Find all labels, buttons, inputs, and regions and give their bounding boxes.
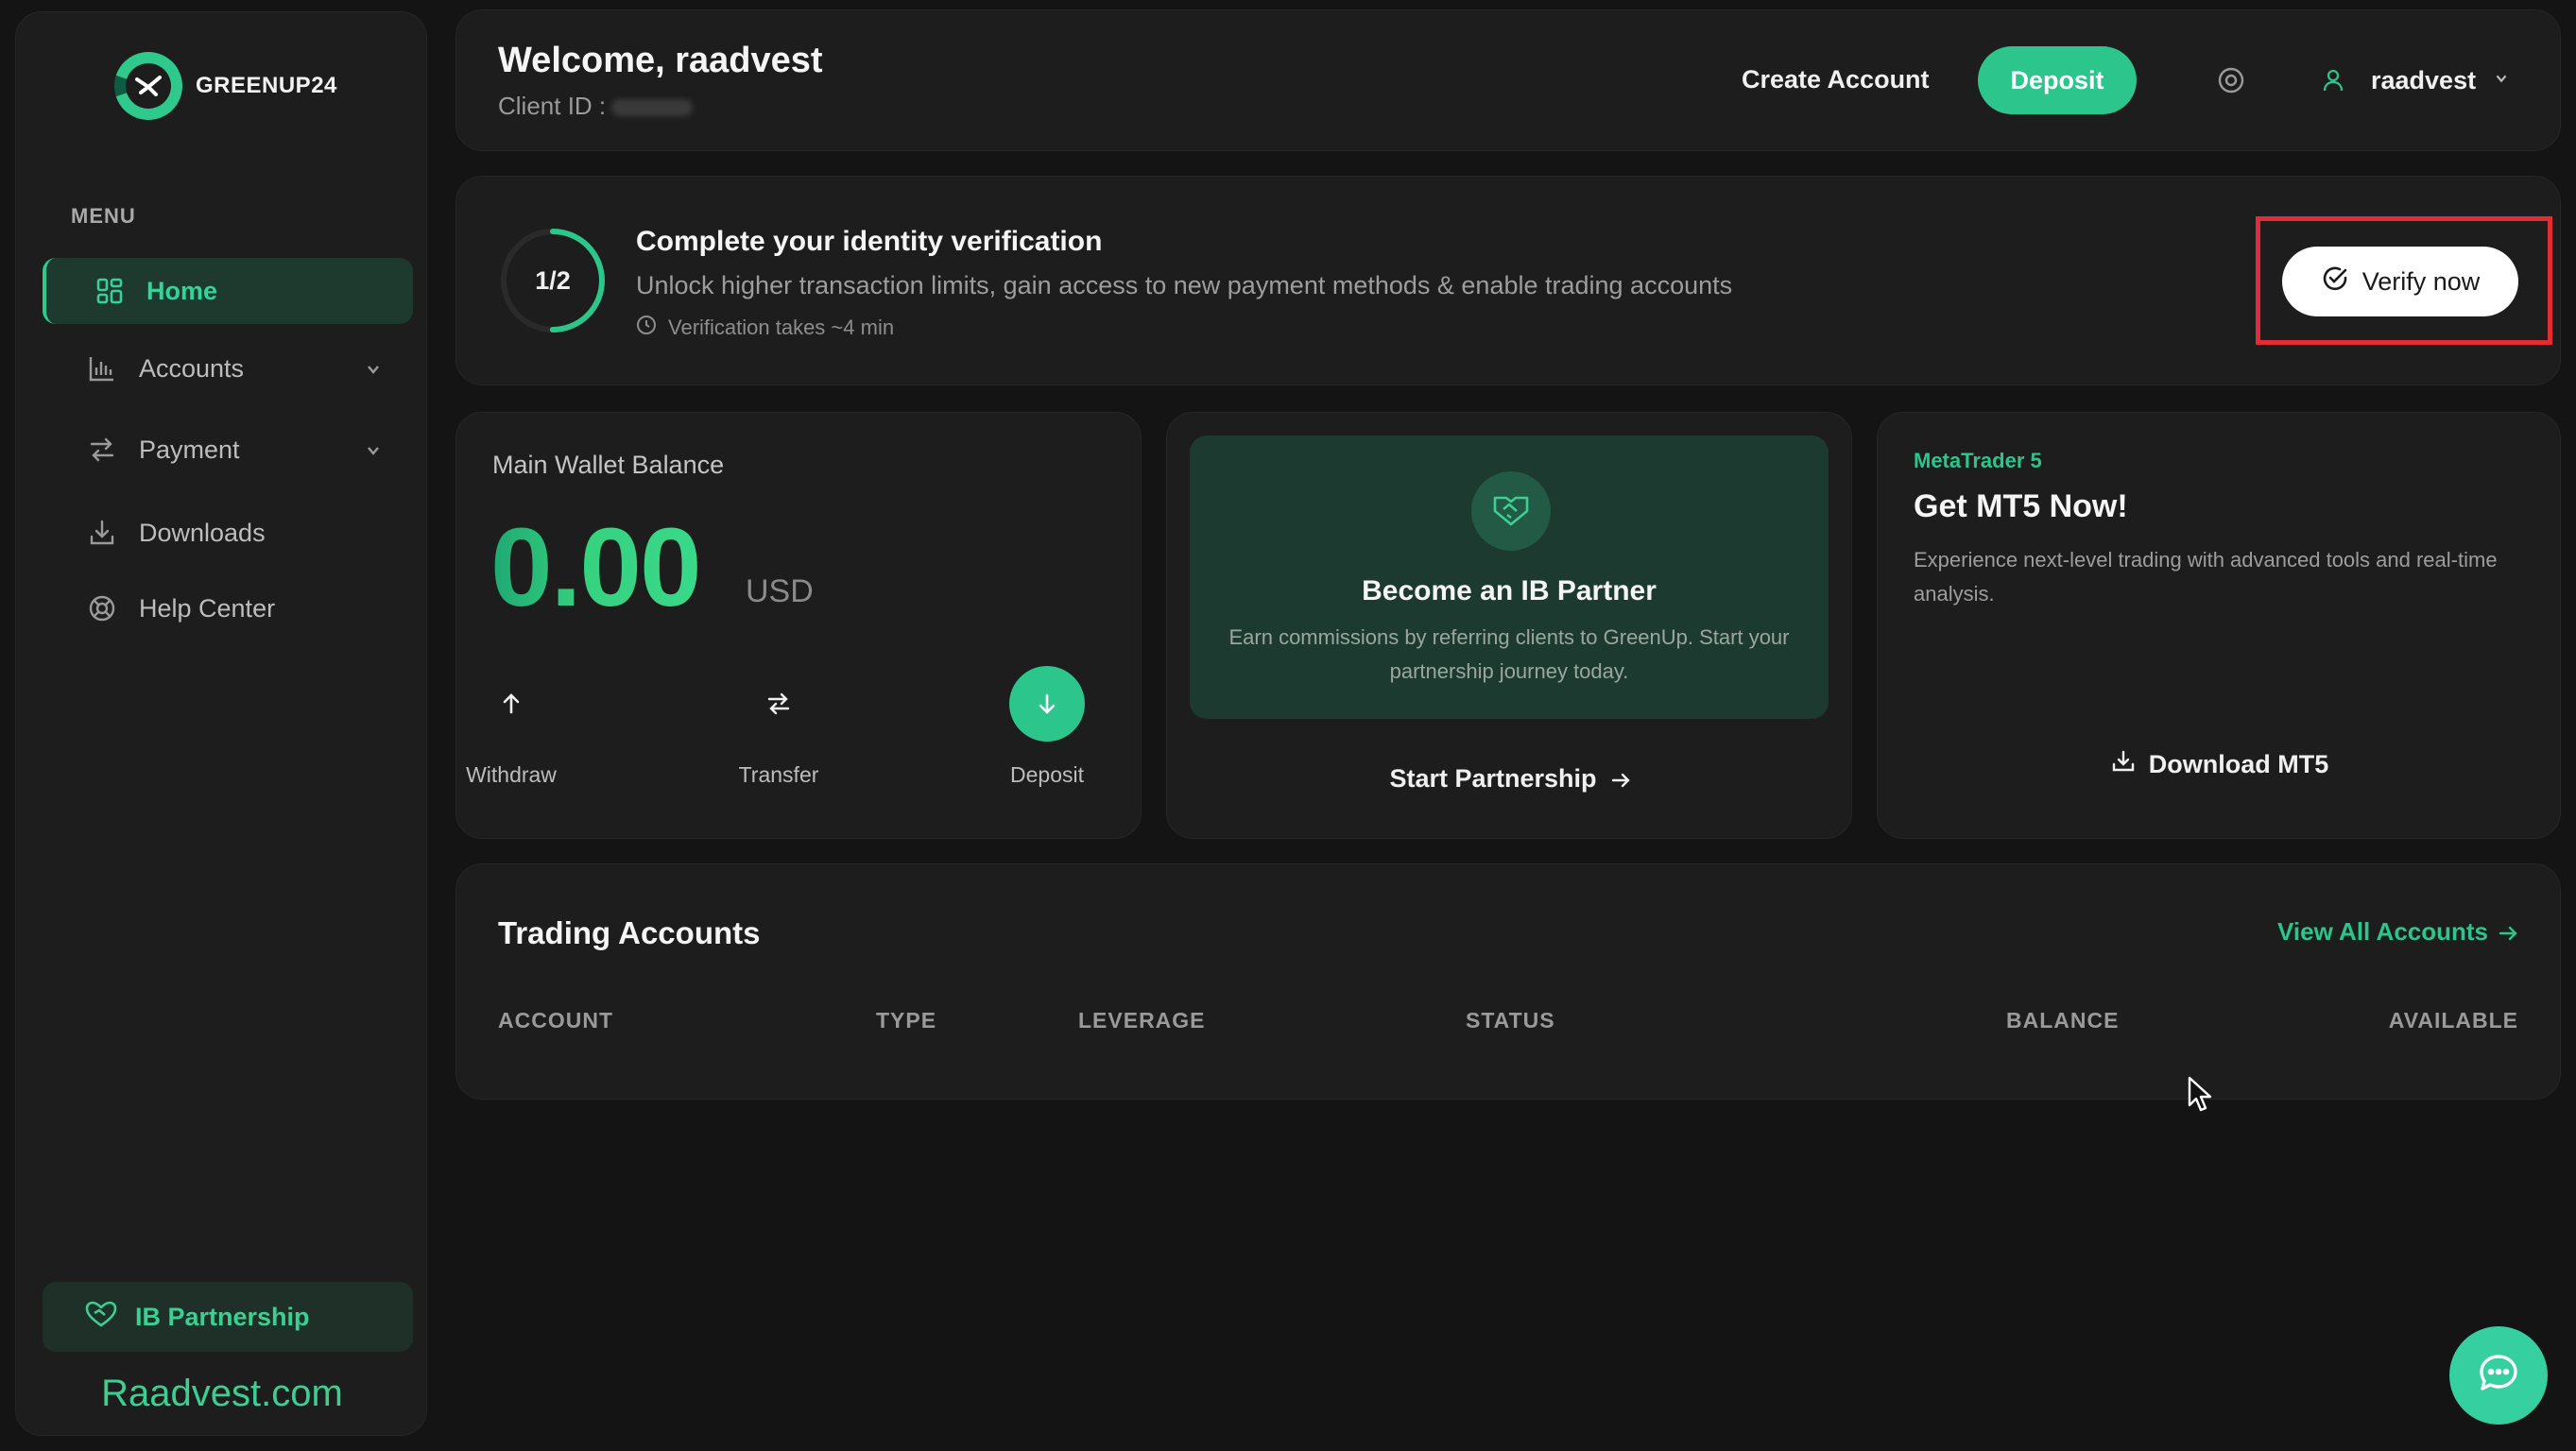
ib-partner-panel: Become an IB Partner Earn commissions by… [1190,435,1829,719]
verification-time-text: Verification takes ~4 min [668,316,895,339]
client-id: Client ID : [498,92,694,121]
wallet-label: Main Wallet Balance [492,451,725,479]
ib-partnership-label: IB Partnership [135,1302,310,1331]
column-header-available: AVAILABLE [2388,1008,2518,1033]
sidebar-item-home[interactable]: Home [43,258,413,324]
sidebar-item-payment[interactable]: Payment [43,417,413,483]
mt5-tag: MetaTrader 5 [1914,449,2042,472]
start-partnership-label: Start Partnership [1389,764,1597,793]
transfer-icon [741,666,816,742]
grid-icon [94,275,126,307]
mt5-card: MetaTrader 5 Get MT5 Now! Experience nex… [1877,412,2561,839]
ib-partner-title: Become an IB Partner [1362,575,1657,606]
sidebar-item-label: Home [146,276,218,305]
column-header-type: TYPE [876,1008,937,1033]
check-circle-icon [2321,265,2349,299]
transfer-action[interactable]: Transfer [717,666,840,788]
ib-partner-card: Become an IB Partner Earn commissions by… [1166,412,1852,839]
ib-partnership-button[interactable]: IB Partnership [43,1282,413,1352]
user-menu[interactable]: raadvest [2312,60,2510,101]
brand-name: GREENUP24 [196,73,337,98]
settings-icon[interactable] [2216,65,2246,95]
sidebar-item-label: Downloads [139,518,266,547]
sidebar-item-label: Accounts [139,353,245,383]
username: raadvest [2371,65,2477,94]
arrow-right-icon [2498,917,2518,947]
create-account-link[interactable]: Create Account [1742,65,1930,94]
menu-label: MENU [71,204,136,228]
download-mt5-button[interactable]: Download MT5 [1878,749,2562,780]
column-header-balance: BALANCE [2006,1008,2120,1033]
brand-logo[interactable]: GREENUP24 [114,52,337,120]
verification-time-note: Verification takes ~4 min [636,315,894,341]
download-icon [2111,749,2136,780]
top-bar: Welcome, raadvest Client ID : Create Acc… [455,9,2561,151]
download-mt5-label: Download MT5 [2148,750,2329,778]
verification-title: Complete your identity verification [636,226,1103,257]
bar-chart-icon [86,352,118,384]
deposit-label: Deposit [1010,762,1084,787]
client-id-redacted [611,99,694,117]
clock-icon [636,315,657,341]
chevron-down-icon[interactable] [364,356,383,385]
sidebar-item-accounts[interactable]: Accounts [43,335,413,401]
download-icon [86,517,118,549]
welcome-title: Welcome, raadvest [498,41,823,80]
wallet-balance: 0.00 [490,505,702,630]
arrow-down-icon [1009,666,1085,742]
handshake-icon [1471,471,1551,551]
sidebar-item-help-center[interactable]: Help Center [43,575,413,641]
column-header-status: STATUS [1466,1008,1555,1033]
chevron-down-icon [2493,70,2510,92]
identity-verification-card: 1/2 Complete your identity verification … [455,176,2561,385]
arrow-up-icon [473,666,549,742]
verify-now-label: Verify now [2361,266,2481,296]
chat-icon [2476,1351,2521,1401]
logo-icon [114,52,182,120]
chat-support-button[interactable] [2449,1326,2548,1425]
swap-icon [86,434,118,466]
column-header-account: ACCOUNT [498,1008,613,1033]
sidebar-item-label: Help Center [139,593,276,623]
view-all-accounts-label: View All Accounts [2277,917,2488,946]
transfer-label: Transfer [738,762,819,787]
handshake-icon [84,1300,118,1335]
mouse-cursor-icon [2187,1075,2213,1118]
verification-description: Unlock higher transaction limits, gain a… [636,271,1733,299]
view-all-accounts-link[interactable]: View All Accounts [2277,917,2518,947]
wallet-currency: USD [746,573,814,609]
client-id-label: Client ID : [498,92,607,120]
withdraw-label: Withdraw [466,762,557,787]
deposit-button[interactable]: Deposit [1978,46,2137,114]
trading-accounts-title: Trading Accounts [498,915,761,950]
column-header-leverage: LEVERAGE [1078,1008,1206,1033]
chevron-down-icon[interactable] [364,437,383,467]
sidebar: GREENUP24 MENU Home Accounts Payment Dow… [15,11,427,1436]
verify-now-button[interactable]: Verify now [2282,247,2518,316]
trading-accounts-card: Trading Accounts View All Accounts ACCOU… [455,863,2561,1100]
verification-progress-text: 1/2 [535,265,571,295]
lifebuoy-icon [86,592,118,624]
sidebar-item-downloads[interactable]: Downloads [43,500,413,566]
deposit-action[interactable]: Deposit [986,666,1108,788]
main-wallet-card: Main Wallet Balance 0.00 USD Withdraw Tr… [455,412,1142,839]
arrow-right-icon [1610,764,1631,793]
website-watermark: Raadvest.com [101,1373,343,1414]
user-icon [2312,60,2354,101]
withdraw-action[interactable]: Withdraw [450,666,573,788]
ib-partner-description: Earn commissions by referring clients to… [1228,625,1790,683]
mt5-description: Experience next-level trading with advan… [1914,548,2498,606]
start-partnership-link[interactable]: Start Partnership [1167,764,1853,794]
sidebar-item-label: Payment [139,435,240,464]
mt5-title: Get MT5 Now! [1914,488,2128,524]
